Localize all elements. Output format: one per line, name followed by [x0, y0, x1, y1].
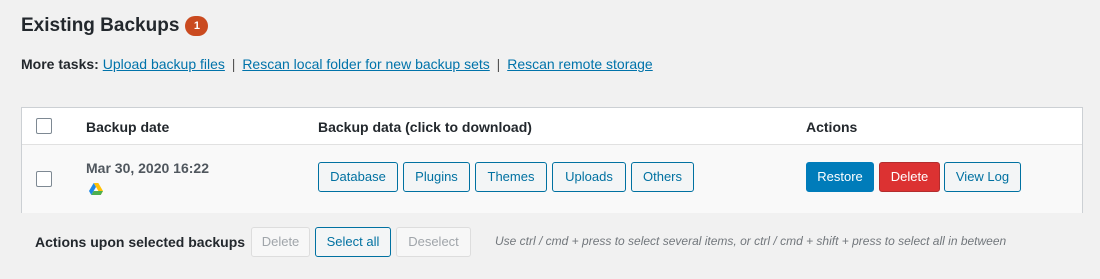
google-drive-icon	[89, 183, 103, 195]
rescan-local-folder-link[interactable]: Rescan local folder for new backup sets	[242, 56, 489, 72]
section-heading: Existing Backups 1	[21, 15, 209, 37]
delete-button[interactable]: Delete	[879, 162, 940, 192]
download-plugins-button[interactable]: Plugins	[403, 162, 470, 192]
select-all-button[interactable]: Select all	[315, 227, 391, 257]
bulk-delete-button[interactable]: Delete	[251, 227, 310, 257]
select-all-checkbox[interactable]	[36, 118, 52, 134]
existing-backups-panel: Existing Backups 1 More tasks: Upload ba…	[0, 0, 1100, 279]
row-select-checkbox[interactable]	[36, 171, 52, 187]
more-tasks-label: More tasks:	[21, 56, 99, 72]
table-row: Mar 30, 2020 16:22 Database Plugins Them…	[22, 145, 1082, 213]
backups-table: Backup date Backup data (click to downlo…	[21, 107, 1083, 213]
download-others-button[interactable]: Others	[631, 162, 694, 192]
table-header: Backup date Backup data (click to downlo…	[22, 108, 1082, 145]
download-themes-button[interactable]: Themes	[475, 162, 547, 192]
upload-backup-files-link[interactable]: Upload backup files	[103, 56, 225, 72]
column-actions: Actions	[806, 119, 858, 135]
download-database-button[interactable]: Database	[318, 162, 398, 192]
separator: |	[496, 56, 501, 72]
backup-date: Mar 30, 2020 16:22	[86, 160, 209, 176]
rescan-remote-storage-link[interactable]: Rescan remote storage	[507, 56, 653, 72]
page-title: Existing Backups	[21, 15, 180, 36]
deselect-button[interactable]: Deselect	[396, 227, 471, 257]
column-backup-data: Backup data (click to download)	[318, 119, 532, 135]
more-tasks-bar: More tasks: Upload backup files | Rescan…	[21, 56, 653, 72]
restore-button[interactable]: Restore	[806, 162, 874, 192]
separator: |	[231, 56, 236, 72]
selection-hint: Use ctrl / cmd + press to select several…	[495, 234, 1007, 248]
bulk-actions-label: Actions upon selected backups	[35, 234, 246, 250]
backup-count-badge: 1	[185, 16, 209, 36]
column-backup-date: Backup date	[86, 119, 170, 135]
view-log-button[interactable]: View Log	[944, 162, 1021, 192]
download-uploads-button[interactable]: Uploads	[552, 162, 626, 192]
